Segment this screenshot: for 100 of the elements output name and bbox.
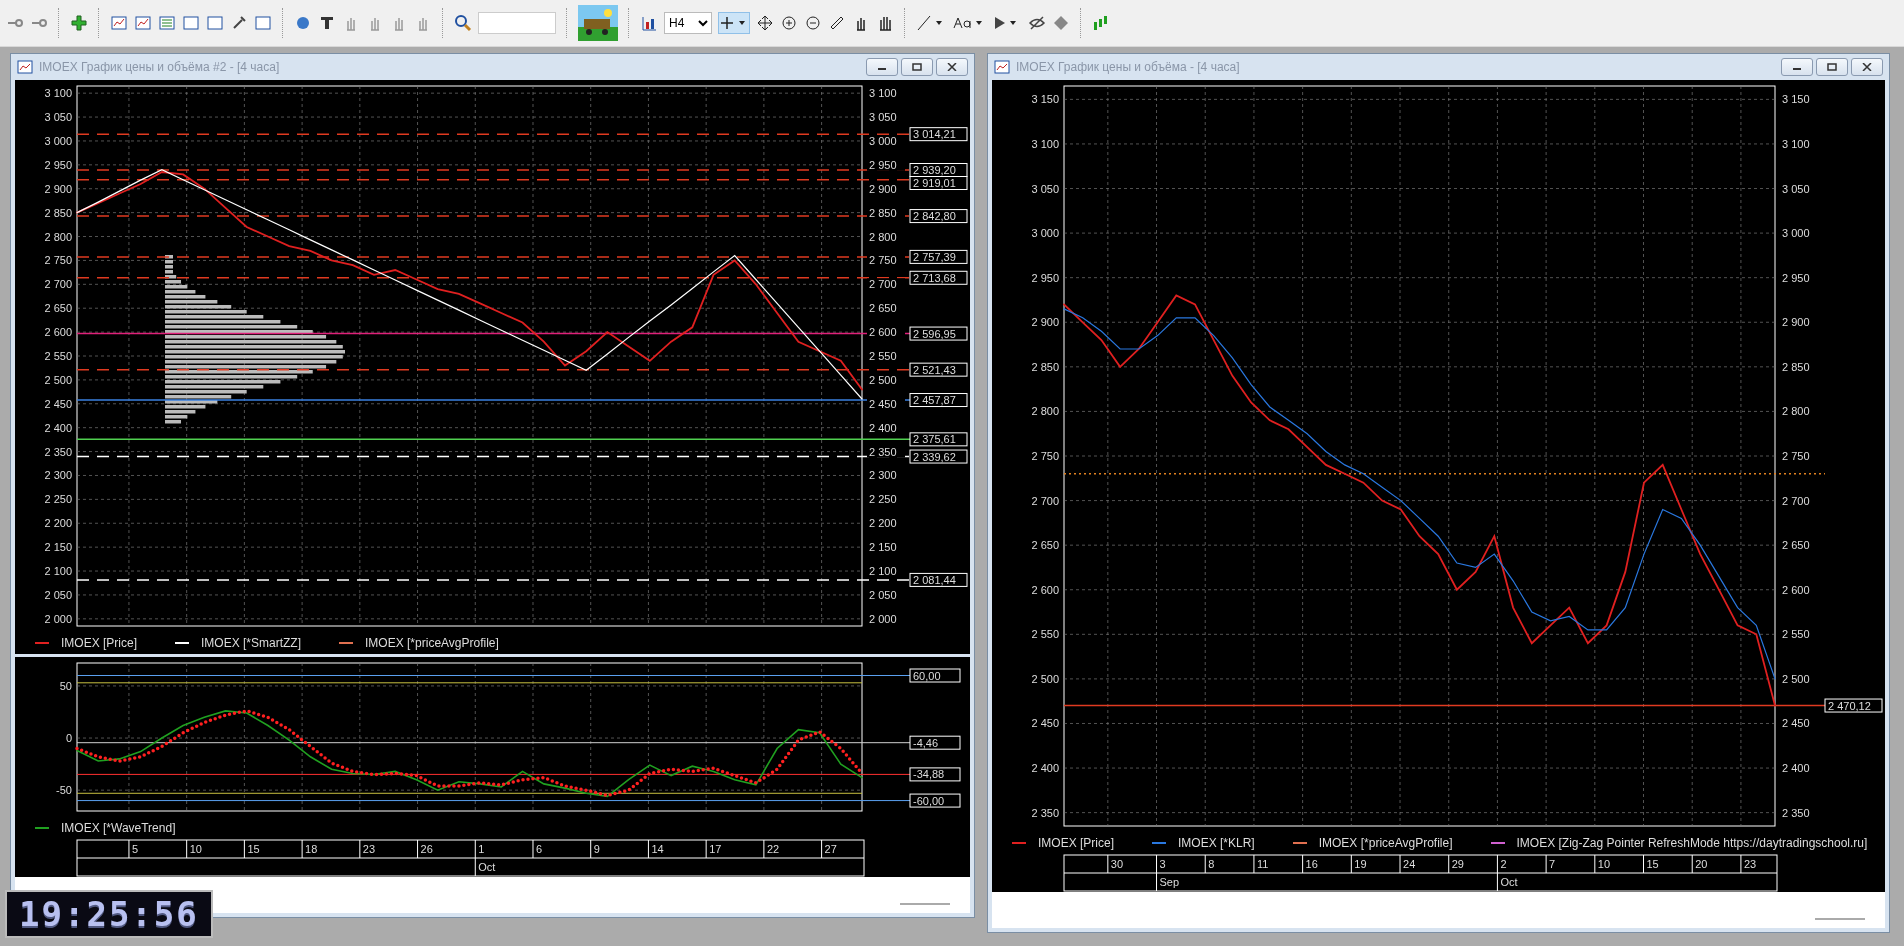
close-button[interactable]: [1851, 58, 1883, 76]
window-title: IMOEX График цены и объёма - [4 часа]: [1016, 60, 1241, 74]
chart-icon[interactable]: [110, 14, 128, 32]
axis-label: 2 850: [869, 206, 897, 219]
date-label: 10: [189, 843, 202, 855]
minimize-button[interactable]: [866, 58, 898, 76]
value-label: 60,00: [909, 668, 961, 683]
axis-label: 2 900: [44, 182, 72, 195]
axis-label: 2 800: [1782, 405, 1810, 418]
month-label: Oct: [478, 861, 496, 873]
date-label: 22: [766, 843, 780, 855]
legend-label: IMOEX [*priceAvgProfile]: [1318, 836, 1453, 850]
search-icon[interactable]: [454, 14, 472, 32]
list-icon[interactable]: [158, 14, 176, 32]
price-label: 2 081,44: [909, 572, 968, 587]
axis-label: 2 200: [44, 517, 72, 530]
ref-line-label: 2 521,43: [913, 363, 956, 376]
crosshair-dropdown-icon[interactable]: [718, 12, 750, 34]
axis-label: 2 850: [44, 206, 72, 219]
search-field[interactable]: [478, 12, 556, 34]
axis-label: 2 750: [869, 254, 897, 267]
price-label: 2 757,39: [909, 249, 968, 264]
ref-line-label: 60,00: [913, 669, 941, 682]
value-label: -34,88: [909, 767, 961, 782]
ruler-icon[interactable]: [828, 14, 846, 32]
ref-line-label: 2 457,87: [913, 394, 956, 407]
chart-window-icon: [17, 60, 33, 74]
axis-label: 3 000: [1782, 227, 1810, 240]
candles-icon[interactable]: [1092, 14, 1110, 32]
axis-label: 2 450: [869, 397, 897, 410]
axis-label: 2 300: [869, 469, 897, 482]
date-label: 15: [247, 843, 260, 855]
axis-label: 2 650: [1031, 539, 1059, 552]
bar-chart-icon[interactable]: [640, 14, 658, 32]
axis-label: 2 600: [1031, 583, 1059, 596]
date-label: 26: [420, 843, 433, 855]
axis-label: 2 400: [869, 421, 897, 434]
maximize-button[interactable]: [1816, 58, 1848, 76]
legend-label: IMOEX [*priceAvgProfile]: [365, 636, 499, 650]
axis-label: 3 000: [869, 134, 897, 147]
legend-label: IMOEX [Price]: [1038, 836, 1114, 850]
scrollbar[interactable]: [900, 903, 950, 905]
axis-label: 2 600: [1782, 583, 1810, 596]
axis-label: 3 050: [1031, 182, 1059, 195]
axis-label: 2 400: [1031, 762, 1059, 775]
axis-label: 2 700: [1782, 494, 1810, 507]
minimize-button[interactable]: [1781, 58, 1813, 76]
timeframe-dropdown[interactable]: H4: [664, 12, 712, 34]
clock: 19:25:56: [5, 890, 213, 938]
ref-line-label: -34,88: [913, 768, 945, 781]
axis-label: 2 550: [44, 350, 72, 362]
date-label: 19: [1354, 858, 1367, 870]
axis-label: 3 050: [44, 111, 72, 124]
close-button[interactable]: [936, 58, 968, 76]
zoom-out-icon[interactable]: [804, 14, 822, 32]
axis-label: 2 700: [869, 278, 897, 291]
axis-label: 2 950: [1782, 271, 1810, 284]
move-icon[interactable]: [756, 14, 774, 32]
axis-label: 2 250: [44, 493, 72, 506]
maximize-icon: [1827, 63, 1837, 71]
maximize-button[interactable]: [901, 58, 933, 76]
date-label: 9: [593, 843, 600, 855]
price-label: 2 375,61: [909, 432, 968, 447]
axis-label: 2 750: [1782, 450, 1810, 462]
price-label: 2 939,20: [909, 163, 968, 177]
ref-line-label: -60,00: [913, 794, 945, 807]
date-label: 8: [1208, 858, 1215, 870]
axis-label: 2 850: [1782, 360, 1810, 373]
value-label: -4,46: [909, 735, 961, 750]
axis-label: 2 800: [869, 230, 897, 243]
add-icon[interactable]: [70, 14, 88, 32]
axis-label: 2 500: [869, 373, 897, 386]
date-label: 18: [305, 843, 318, 855]
axis-label: 2 100: [869, 565, 897, 578]
text-icon[interactable]: [318, 14, 336, 32]
legend-label: IMOEX [Price]: [61, 636, 137, 650]
price-label: 3 014,21: [909, 127, 968, 142]
price-label: 2 596,95: [909, 326, 968, 341]
date-label: 29: [1451, 858, 1464, 870]
scrollbar[interactable]: [1815, 918, 1865, 920]
date-label: 23: [362, 843, 376, 855]
axis-label: 2 900: [1031, 316, 1059, 329]
axis-label: 2 600: [869, 326, 897, 339]
price-label: 2 457,87: [909, 393, 968, 408]
axis-label: 2 650: [44, 302, 72, 315]
ref-line-label: 2 713,68: [913, 271, 956, 284]
ref-line-label: 2 596,95: [913, 327, 956, 340]
chart-icon[interactable]: [134, 14, 152, 32]
hide-icon[interactable]: [1028, 14, 1046, 32]
date-label: 20: [1695, 858, 1708, 870]
axis-label: 0: [65, 732, 72, 745]
axis-label: 3 150: [1782, 93, 1810, 106]
axis-label: 2 450: [1031, 717, 1059, 730]
date-label: 14: [651, 843, 664, 855]
ref-line-label: 3 014,21: [913, 128, 956, 141]
month-label: Oct: [1500, 876, 1518, 888]
price-label: 2 339,62: [909, 449, 968, 464]
zoom-in-icon[interactable]: [780, 14, 798, 32]
value-label: -60,00: [909, 793, 961, 808]
axis-label: 2 550: [1031, 628, 1059, 641]
